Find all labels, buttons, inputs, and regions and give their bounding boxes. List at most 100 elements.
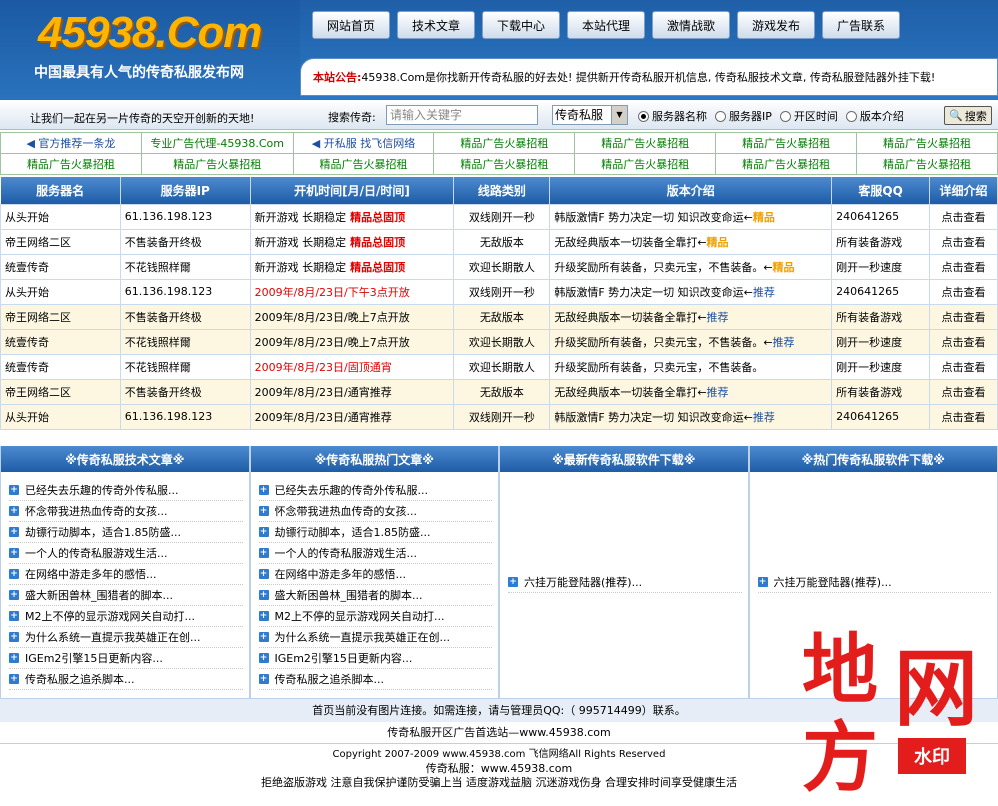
list-item[interactable]: +怀念带我进热血传奇的女孩... [259, 501, 493, 522]
server-name[interactable]: 统壹传奇 [1, 254, 121, 279]
table-row[interactable]: 帝王网络二区不售装备开终极2009年/8月/23日/通宵推荐无敌版本无敌经典版本… [1, 379, 998, 404]
ad-link[interactable]: 精品广告火暴招租 [1, 154, 142, 175]
ad-link[interactable]: 专业广告代理-45938.Com [141, 133, 293, 154]
list-item[interactable]: +IGEm2引擎15日更新内容... [259, 648, 493, 669]
list-item[interactable]: +为什么系统一直提示我英雄正在创... [9, 627, 243, 648]
ad-link[interactable]: 精品广告火暴招租 [857, 133, 998, 154]
version-desc: 升级奖励所有装备，只卖元宝，不售装备。←推荐 [550, 329, 832, 354]
detail-link[interactable]: 点击查看 [930, 354, 998, 379]
table-row[interactable]: 统壹传奇不花钱照样爾新开游戏 长期稳定精品总固顶欢迎长期散人升级奖励所有装备，只… [1, 254, 998, 279]
ad-link[interactable]: 精品广告火暴招租 [716, 133, 857, 154]
radio-dot[interactable] [638, 111, 649, 122]
list-item[interactable]: +盛大新困兽林_围猎者的脚本... [9, 585, 243, 606]
line-type-text: 欢迎长期散人 [469, 336, 535, 349]
server-name[interactable]: 帝王网络二区 [1, 229, 121, 254]
list-item[interactable]: +已经失去乐趣的传奇外传私服... [9, 480, 243, 501]
list-item[interactable]: +六挂万能登陆器(推荐)... [508, 572, 742, 593]
radio-dot[interactable] [715, 111, 726, 122]
nav-button[interactable]: 游戏发布 [737, 11, 815, 39]
search-button[interactable]: 🔍搜索 [944, 106, 992, 125]
version-desc: 无敌经典版本一切装备全靠打←推荐 [550, 304, 832, 329]
version-desc: 韩版激情F 势力决定一切 知识改变命运←精品 [550, 204, 832, 229]
list-item[interactable]: +IGEm2引擎15日更新内容... [9, 648, 243, 669]
list-item[interactable]: +一个人的传奇私服游戏生活... [259, 543, 493, 564]
server-name[interactable]: 统壹传奇 [1, 354, 121, 379]
nav-button[interactable]: 网站首页 [312, 11, 390, 39]
table-row[interactable]: 帝王网络二区不售装备开终极2009年/8月/23日/晚上7点开放无敌版本无敌经典… [1, 304, 998, 329]
table-row[interactable]: 统壹传奇不花钱照样爾2009年/8月/23日/固顶通宵欢迎长期散人升级奖励所有装… [1, 354, 998, 379]
search-type-radio[interactable]: 服务器名称 [638, 108, 707, 124]
ad-link[interactable]: 精品广告火暴招租 [434, 154, 575, 175]
search-type-radios: 服务器名称服务器IP 开区时间版本介绍 [638, 108, 912, 124]
table-row[interactable]: 从头开始61.136.198.123新开游戏 长期稳定精品总固顶双线刚开一秒韩版… [1, 204, 998, 229]
ad-link[interactable]: 精品广告火暴招租 [857, 154, 998, 175]
server-ip-text: 不花钱照样爾 [125, 361, 191, 374]
plus-icon: + [9, 485, 19, 495]
nav-button[interactable]: 技术文章 [397, 11, 475, 39]
ad-link[interactable]: ◀ 开私服 找飞信网络 [293, 133, 434, 154]
server-name[interactable]: 从头开始 [1, 279, 121, 304]
detail-link[interactable]: 点击查看 [930, 229, 998, 254]
list-item[interactable]: +劫镖行动脚本，适合1.85防盛... [259, 522, 493, 543]
chevron-down-icon[interactable]: ▼ [611, 106, 627, 124]
search-type-radio[interactable]: 开区时间 [780, 108, 838, 124]
table-row[interactable]: 统壹传奇不花钱照样爾2009年/8月/23日/晚上7点开放欢迎长期散人升级奖励所… [1, 329, 998, 354]
detail-link[interactable]: 点击查看 [930, 329, 998, 354]
ad-link[interactable]: ◀ 官方推荐一条龙 [1, 133, 142, 154]
ad-link[interactable]: 精品广告火暴招租 [575, 154, 716, 175]
server-name[interactable]: 从头开始 [1, 404, 121, 429]
detail-link[interactable]: 点击查看 [930, 279, 998, 304]
service-qq-text: 240641265 [836, 285, 899, 298]
nav-button[interactable]: 下载中心 [482, 11, 560, 39]
detail-link[interactable]: 点击查看 [930, 404, 998, 429]
detail-link-text: 点击查看 [942, 286, 986, 299]
server-name[interactable]: 帝王网络二区 [1, 379, 121, 404]
list-item[interactable]: +已经失去乐趣的传奇外传私服... [259, 480, 493, 501]
list-item[interactable]: +M2上不停的显示游戏网关自动打... [9, 606, 243, 627]
ad-links-table: ◀ 官方推荐一条龙专业广告代理-45938.Com◀ 开私服 找飞信网络精品广告… [0, 132, 998, 175]
site-slogan: 中国最具有人气的传奇私服发布网 [34, 62, 244, 82]
list-item[interactable]: +在网络中游走多年的感悟... [9, 564, 243, 585]
list-item[interactable]: +劫镖行动脚本，适合1.85防盛... [9, 522, 243, 543]
search-type-radio[interactable]: 版本介绍 [846, 108, 904, 124]
list-item[interactable]: +M2上不停的显示游戏网关自动打... [259, 606, 493, 627]
server-name[interactable]: 帝王网络二区 [1, 304, 121, 329]
list-item[interactable]: +怀念带我进热血传奇的女孩... [9, 501, 243, 522]
table-row[interactable]: 帝王网络二区不售装备开终极新开游戏 长期稳定精品总固顶无敌版本无敌经典版本一切装… [1, 229, 998, 254]
logo-area: 45938.Com 中国最具有人气的传奇私服发布网 [0, 0, 300, 100]
detail-link[interactable]: 点击查看 [930, 204, 998, 229]
detail-link[interactable]: 点击查看 [930, 304, 998, 329]
table-row[interactable]: 从头开始61.136.198.1232009年/8月/23日/通宵推荐双线刚开一… [1, 404, 998, 429]
radio-dot[interactable] [846, 111, 857, 122]
nav-button[interactable]: 本站代理 [567, 11, 645, 39]
list-item[interactable]: +在网络中游走多年的感悟... [259, 564, 493, 585]
list-item[interactable]: +一个人的传奇私服游戏生活... [9, 543, 243, 564]
ad-link[interactable]: 精品广告火暴招租 [293, 154, 434, 175]
radio-dot[interactable] [780, 111, 791, 122]
category-select[interactable]: 传奇私服 ▼ [552, 105, 628, 125]
list-item[interactable]: +六挂万能登陆器(推荐)... [758, 572, 992, 593]
open-time: 新开游戏 长期稳定精品总固顶 [250, 254, 454, 279]
detail-link[interactable]: 点击查看 [930, 254, 998, 279]
ad-link[interactable]: 精品广告火暴招租 [716, 154, 857, 175]
plus-icon: + [9, 506, 19, 516]
ad-link[interactable]: 精品广告火暴招租 [575, 133, 716, 154]
nav-button[interactable]: 广告联系 [822, 11, 900, 39]
badge: 推荐 [753, 286, 775, 299]
search-input[interactable]: 请输入关键字 [386, 105, 538, 125]
ad-link[interactable]: 精品广告火暴招租 [141, 154, 293, 175]
site-logo[interactable]: 45938.Com [38, 8, 261, 58]
list-item[interactable]: +传奇私服之追杀脚本... [259, 669, 493, 690]
list-item[interactable]: +盛大新困兽林_围猎者的脚本... [259, 585, 493, 606]
table-row[interactable]: 从头开始61.136.198.1232009年/8月/23日/下午3点开放双线刚… [1, 279, 998, 304]
list-item[interactable]: +传奇私服之追杀脚本... [9, 669, 243, 690]
server-name-text: 统壹传奇 [5, 261, 49, 274]
detail-link[interactable]: 点击查看 [930, 379, 998, 404]
ad-link[interactable]: 精品广告火暴招租 [434, 133, 575, 154]
server-name[interactable]: 从头开始 [1, 204, 121, 229]
server-name[interactable]: 统壹传奇 [1, 329, 121, 354]
list-item[interactable]: +为什么系统一直提示我英雄正在创... [259, 627, 493, 648]
nav-button[interactable]: 激情战歌 [652, 11, 730, 39]
top-tag: 精品总固顶 [350, 211, 405, 224]
search-type-radio[interactable]: 服务器IP [715, 108, 772, 124]
